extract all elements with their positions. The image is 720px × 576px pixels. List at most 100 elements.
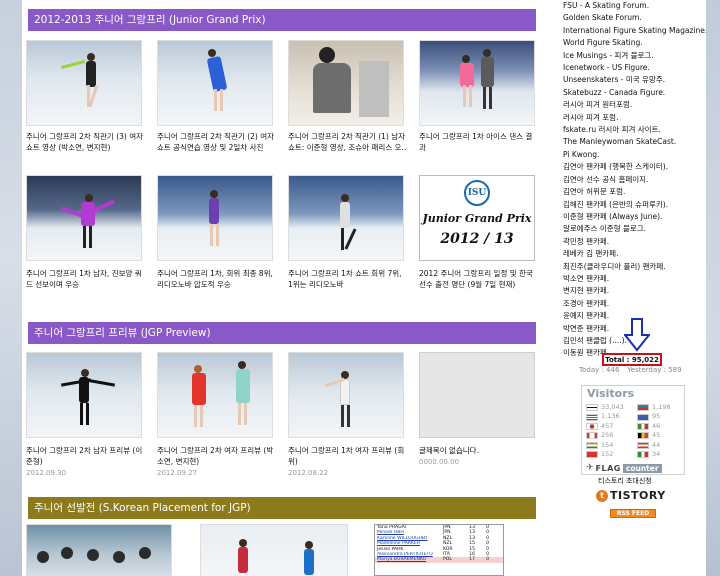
visitors-title: Visitors — [587, 387, 635, 400]
visitor-country: 46 — [637, 422, 684, 431]
visitor-country: 44 — [637, 441, 684, 450]
sidebar-link[interactable]: 김연아 허위문 포럼. — [563, 186, 706, 198]
section-header-jgp[interactable]: 2012-2013 주니어 그랑프리 (Junior Grand Prix) — [28, 9, 536, 31]
visit-counter-daily: Today : 446 Yesterday : 589 — [579, 366, 699, 374]
visitor-country: 34 — [637, 450, 684, 459]
post-caption[interactable]: 주니어 그랑프리 2차 직관기 (1) 남자쇼트: 이준형 영상, 조슈아 패리… — [288, 131, 408, 153]
post-thumbnail[interactable] — [26, 40, 142, 126]
jgp-schedule-card[interactable]: ISU Junior Grand Prix 2012 / 13 — [419, 175, 535, 261]
page-background-left — [0, 0, 22, 576]
post-thumbnail[interactable] — [157, 175, 273, 261]
total-visit-counter: Total : 95,022 — [602, 353, 662, 366]
flag-counter-icon: ✈ — [586, 463, 594, 473]
sidebar-link[interactable]: Icenetwork - US Figure. — [563, 62, 706, 74]
sidebar-link[interactable]: World Figure Skating. — [563, 37, 706, 49]
country-flag-icon — [637, 404, 649, 412]
country-flag-icon — [637, 432, 649, 440]
country-flag-icon — [586, 441, 598, 449]
sidebar-link[interactable]: 알로에주스 이준형 블로그. — [563, 223, 706, 235]
post-caption[interactable]: 글제목이 없습니다. — [419, 445, 539, 456]
today-count: Today : 446 — [579, 366, 620, 374]
sidebar-link[interactable]: Pi Kwong. — [563, 149, 706, 161]
post-date: 2012.08.22 — [288, 469, 329, 477]
country-flag-icon — [586, 413, 598, 421]
post-date: 2012.09.27 — [157, 469, 198, 477]
down-arrow-icon — [622, 318, 652, 352]
post-caption[interactable]: 주니어 그랑프리 2차 직관기 (2) 여자 쇼트 공식연습 영상 및 2일차 … — [157, 131, 277, 153]
isu-logo: ISU — [464, 180, 490, 206]
sidebar-link[interactable]: 곽민정 팬카페. — [563, 236, 706, 248]
country-flag-icon — [637, 441, 649, 449]
empty-post-thumbnail[interactable] — [419, 352, 535, 438]
post-caption[interactable]: 주니어 그랑프리 2차 여자 프리뷰 (박소연, 변지현) — [157, 445, 277, 467]
post-thumbnail[interactable] — [26, 352, 142, 438]
country-flag-icon — [637, 423, 649, 431]
visitor-country: 256 — [586, 431, 633, 440]
section-header-korean-placement[interactable]: 주니어 선발전 (S.Korean Placement for JGP) — [28, 497, 536, 519]
sidebar-link[interactable]: Unseenskaters - 미국 유망주. — [563, 74, 706, 86]
post-thumbnail[interactable] — [288, 40, 404, 126]
jgp-card-title: Junior Grand Prix — [422, 212, 532, 225]
sidebar-link[interactable]: 김연아 팬카페 (행복한 스케이터). — [563, 161, 706, 173]
sidebar-link[interactable]: 레베카 김 팬카페. — [563, 248, 706, 260]
sidebar-link[interactable]: 조경아 팬카페. — [563, 298, 706, 310]
sidebar-link[interactable]: Ice Musings - 피겨 블로그. — [563, 50, 706, 62]
visitor-country: 1,136 — [586, 412, 633, 421]
sidebar-link[interactable]: Skatebuzz - Canada Figure. — [563, 87, 706, 99]
sidebar-link[interactable]: 러시아 피겨 포럼. — [563, 112, 706, 124]
country-flag-icon — [637, 451, 649, 459]
rss-feed-button[interactable]: RSS FEED — [610, 509, 656, 518]
section-header-jgp-preview[interactable]: 주니어 그랑프리 프리뷰 (JGP Preview) — [28, 322, 536, 344]
sidebar-link[interactable]: fskate.ru 러시아 피겨 사이트. — [563, 124, 706, 136]
flag-counter-logo[interactable]: ✈ FLAG counter — [586, 462, 682, 474]
post-thumbnail[interactable] — [200, 524, 348, 576]
table-row[interactable]: Mariya BURAKMENKO POL 17 0 — [375, 557, 503, 563]
post-caption[interactable]: 주니어 그랑프리 1차, 회위 최종 8위, 리디오노바 압도적 우승 — [157, 268, 277, 290]
post-caption[interactable]: 주니어 그랑프리 1차 아이스 댄스 결과 — [419, 131, 539, 153]
sidebar-link[interactable]: 김해진 팬카페 (은반의 슈퍼루키). — [563, 199, 706, 211]
post-date: 2012.09.30 — [26, 469, 67, 477]
post-thumbnail[interactable] — [288, 175, 404, 261]
post-caption[interactable]: 주니어 그랑프리 2차 직관기 (3) 여자 쇼트 영상 (박소연, 변지현) — [26, 131, 146, 153]
country-flag-icon — [637, 413, 649, 421]
ranking-table: Yana PRAGAI JPN 13 0 Minodi OBH JPN 13 0 Karol… — [374, 524, 504, 576]
sidebar: FSU - A Skating Forum. Golden Skate Foru… — [548, 0, 706, 576]
post-thumbnail[interactable] — [157, 40, 273, 126]
sidebar-link[interactable]: 최진주(클라우디아 플러) 팬카페. — [563, 261, 706, 273]
post-caption[interactable]: 주니어 그랑프리 2차 남자 프리뷰 (이준형) — [26, 445, 146, 467]
post-thumbnail[interactable] — [157, 352, 273, 438]
sidebar-link[interactable]: FSU - A Skating Forum. — [563, 0, 706, 12]
visitor-country: 1,198 — [637, 403, 684, 412]
post-caption[interactable]: 주니어 그랑프리 1차 남자, 진보양 쿼드 선보이며 우승 — [26, 268, 146, 290]
post-thumbnail[interactable] — [26, 524, 172, 576]
flag-counter-widget[interactable]: Visitors 33,043 1,198 1,136 95 457 46 25… — [581, 385, 685, 475]
tistory-icon: t — [596, 489, 608, 502]
visitor-country: 45 — [637, 431, 684, 440]
sidebar-link[interactable]: 박소연 팬카페. — [563, 273, 706, 285]
page-background-right — [706, 0, 720, 576]
post-thumbnail[interactable] — [419, 40, 535, 126]
post-caption[interactable]: 주니어 그랑프리 1차 여자 프리뷰 (회위) — [288, 445, 408, 467]
country-flag-icon — [586, 423, 598, 431]
sidebar-link[interactable]: International Figure Skating Magazine. — [563, 25, 706, 37]
yesterday-count: Yesterday : 589 — [627, 366, 682, 374]
jgp-card-year: 2012 / 13 — [440, 231, 514, 247]
post-thumbnail[interactable] — [26, 175, 142, 261]
sidebar-link[interactable]: 이준형 팬카페 (Always June). — [563, 211, 706, 223]
tistory-invite-link[interactable]: 티스토리 초대신청 — [598, 476, 652, 486]
sidebar-link[interactable]: The Manleywoman SkateCast. — [563, 136, 706, 148]
post-thumbnail[interactable] — [288, 352, 404, 438]
post-caption[interactable]: 주니어 그랑프리 1차 쇼트 회위 7위, 1위는 리디오노바 — [288, 268, 408, 290]
country-flag-icon — [586, 451, 598, 459]
visitor-country: 152 — [586, 450, 633, 459]
sidebar-link[interactable]: 김연아 선수 공식 홈페이지. — [563, 174, 706, 186]
sidebar-link[interactable]: Golden Skate Forum. — [563, 12, 706, 24]
sidebar-link[interactable]: 러시아 피겨 원터포럼. — [563, 99, 706, 111]
tistory-logo[interactable]: t TISTORY — [596, 489, 666, 502]
post-date: 0000.00.00 — [419, 458, 460, 466]
post-caption[interactable]: 2012 주니어 그랑프리 일정 및 한국선수 출전 명단 (9월 7일 현재) — [419, 268, 539, 290]
link-list: FSU - A Skating Forum. Golden Skate Foru… — [563, 0, 706, 360]
visitor-country: 457 — [586, 422, 633, 431]
sidebar-link[interactable]: 변지현 팬카페. — [563, 285, 706, 297]
visitor-country: 95 — [637, 412, 684, 421]
